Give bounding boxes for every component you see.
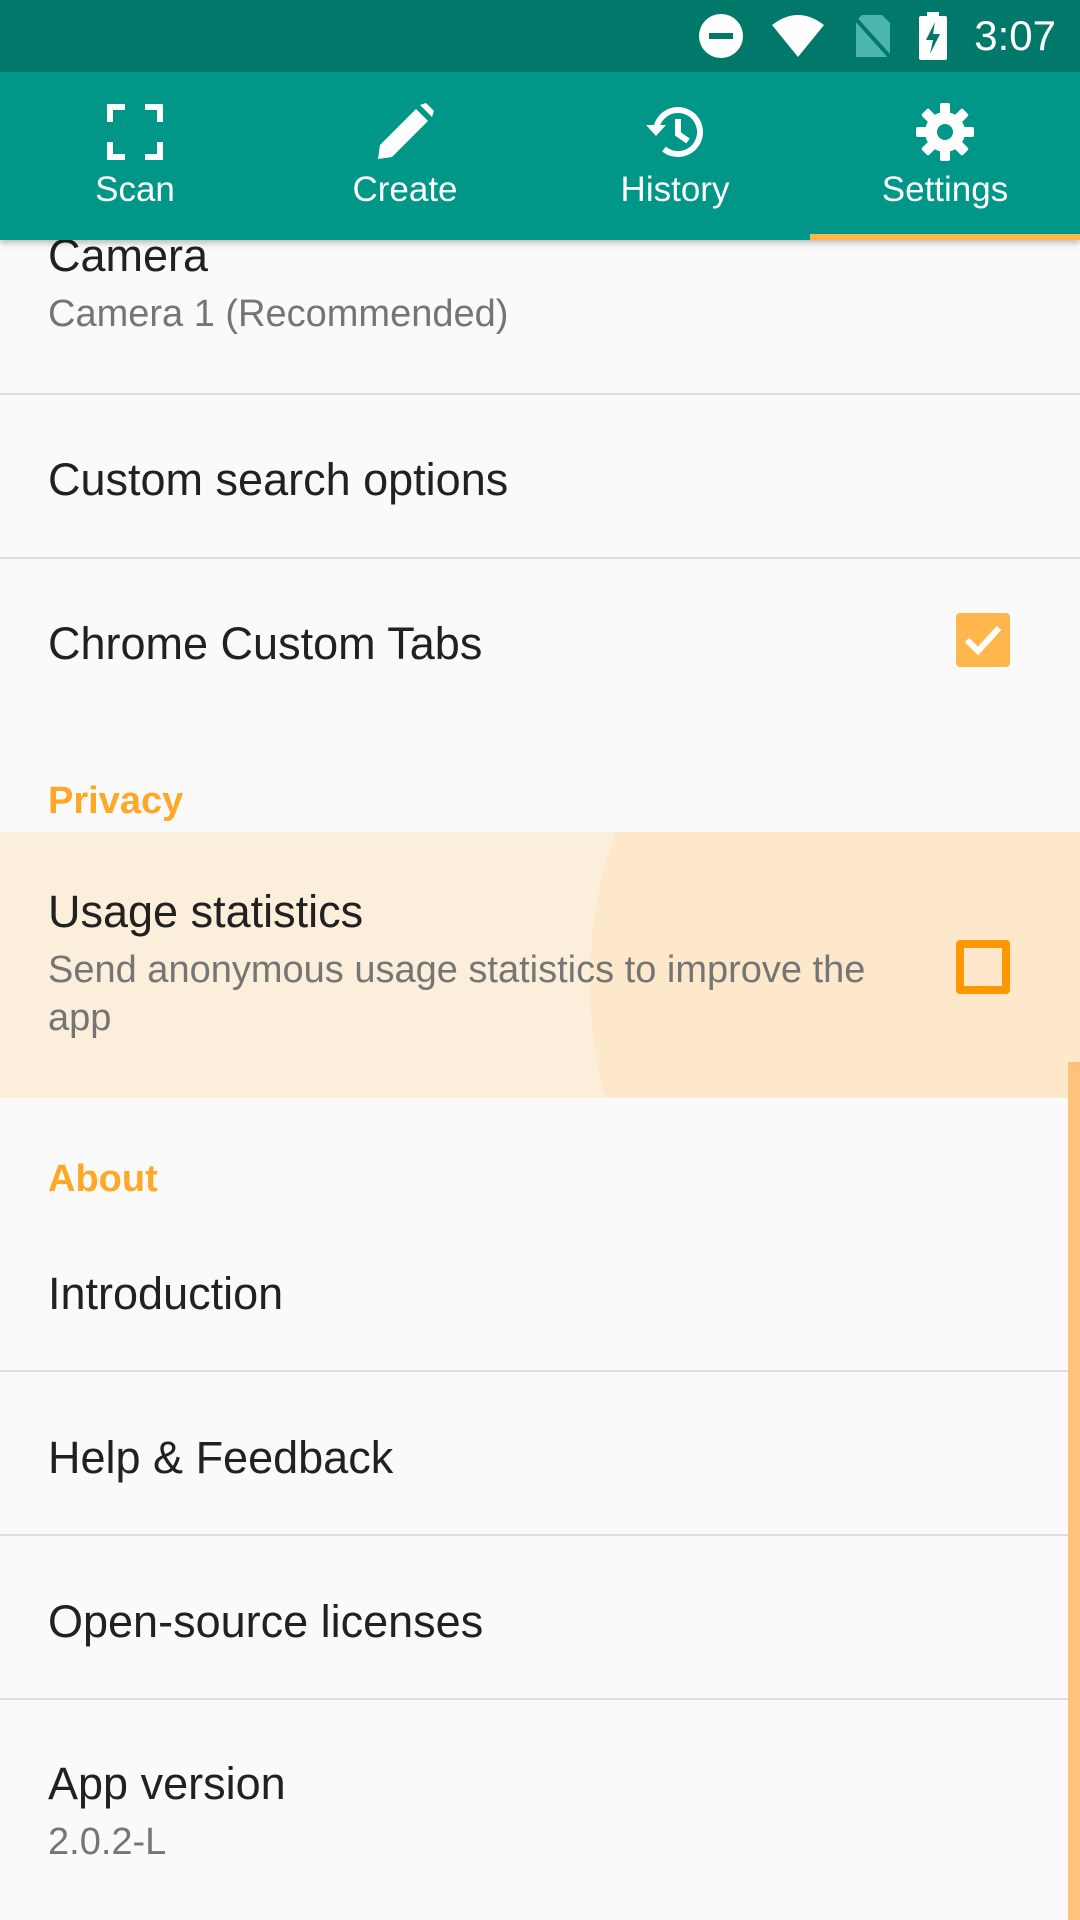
tab-label: Create [352, 170, 458, 209]
pref-help-feedback[interactable]: Help & Feedback [0, 1432, 1080, 1484]
pref-usage-statistics-text: Usage statistics Send anonymous usage st… [0, 886, 900, 1042]
tab-settings[interactable]: Settings [810, 72, 1080, 240]
category-privacy: Privacy [48, 780, 184, 822]
pref-summary: 2.0.2-L [48, 1821, 167, 1863]
pref-app-version[interactable]: App version 2.0.2-L [0, 1758, 1080, 1866]
pref-usage-statistics[interactable]: Usage statistics Send anonymous usage st… [0, 832, 1080, 1098]
divider [0, 557, 1080, 559]
tab-history[interactable]: History [540, 72, 810, 240]
do-not-disturb-icon [698, 13, 744, 59]
pref-introduction[interactable]: Introduction [0, 1268, 1080, 1320]
divider [0, 393, 1080, 395]
no-sim-icon [852, 13, 892, 59]
category-about: About [48, 1158, 158, 1200]
checkmark-icon [964, 625, 1002, 656]
pref-camera[interactable]: Camera Camera 1 (Recommended) [0, 240, 1080, 338]
pref-summary: Camera 1 (Recommended) [48, 293, 509, 335]
pref-title: Camera [48, 240, 209, 281]
status-icons: 3:07 [698, 0, 1056, 72]
tab-create[interactable]: Create [270, 72, 540, 240]
pref-chrome-custom-tabs[interactable]: Chrome Custom Tabs [0, 618, 1080, 708]
tab-label: Scan [95, 170, 175, 209]
pref-title: Introduction [48, 1268, 284, 1319]
pref-title: Help & Feedback [48, 1432, 394, 1483]
pref-open-source-licenses[interactable]: Open-source licenses [0, 1596, 1080, 1648]
status-time: 3:07 [974, 12, 1056, 59]
scrollbar[interactable] [1068, 1062, 1080, 1920]
pref-custom-search[interactable]: Custom search options [0, 454, 1080, 506]
history-icon [642, 100, 708, 164]
active-tab-indicator [810, 234, 1080, 240]
pref-summary: Send anonymous usage statistics to impro… [48, 949, 866, 1039]
battery-charging-icon [918, 12, 948, 60]
pref-title: App version [48, 1758, 286, 1809]
wifi-icon [770, 13, 826, 59]
pref-title: Open-source licenses [48, 1596, 484, 1647]
pref-title: Usage statistics [48, 886, 364, 937]
tab-bar: Scan Create History Settings [0, 72, 1080, 240]
divider [0, 1534, 1080, 1536]
status-bar: 3:07 [0, 0, 1080, 72]
pref-title: Chrome Custom Tabs [48, 618, 483, 669]
divider [0, 1370, 1080, 1372]
tab-scan[interactable]: Scan [0, 72, 270, 240]
tab-label: Settings [881, 170, 1009, 209]
scan-icon [107, 100, 163, 164]
usage-statistics-checkbox[interactable] [956, 940, 1010, 994]
pref-title: Custom search options [48, 454, 509, 505]
divider [0, 1698, 1080, 1700]
chrome-custom-tabs-checkbox[interactable] [956, 613, 1010, 667]
settings-list[interactable]: Camera Camera 1 (Recommended) Custom sea… [0, 240, 1080, 1920]
pencil-icon [376, 100, 434, 164]
gear-icon [915, 100, 975, 164]
tab-label: History [620, 170, 730, 209]
